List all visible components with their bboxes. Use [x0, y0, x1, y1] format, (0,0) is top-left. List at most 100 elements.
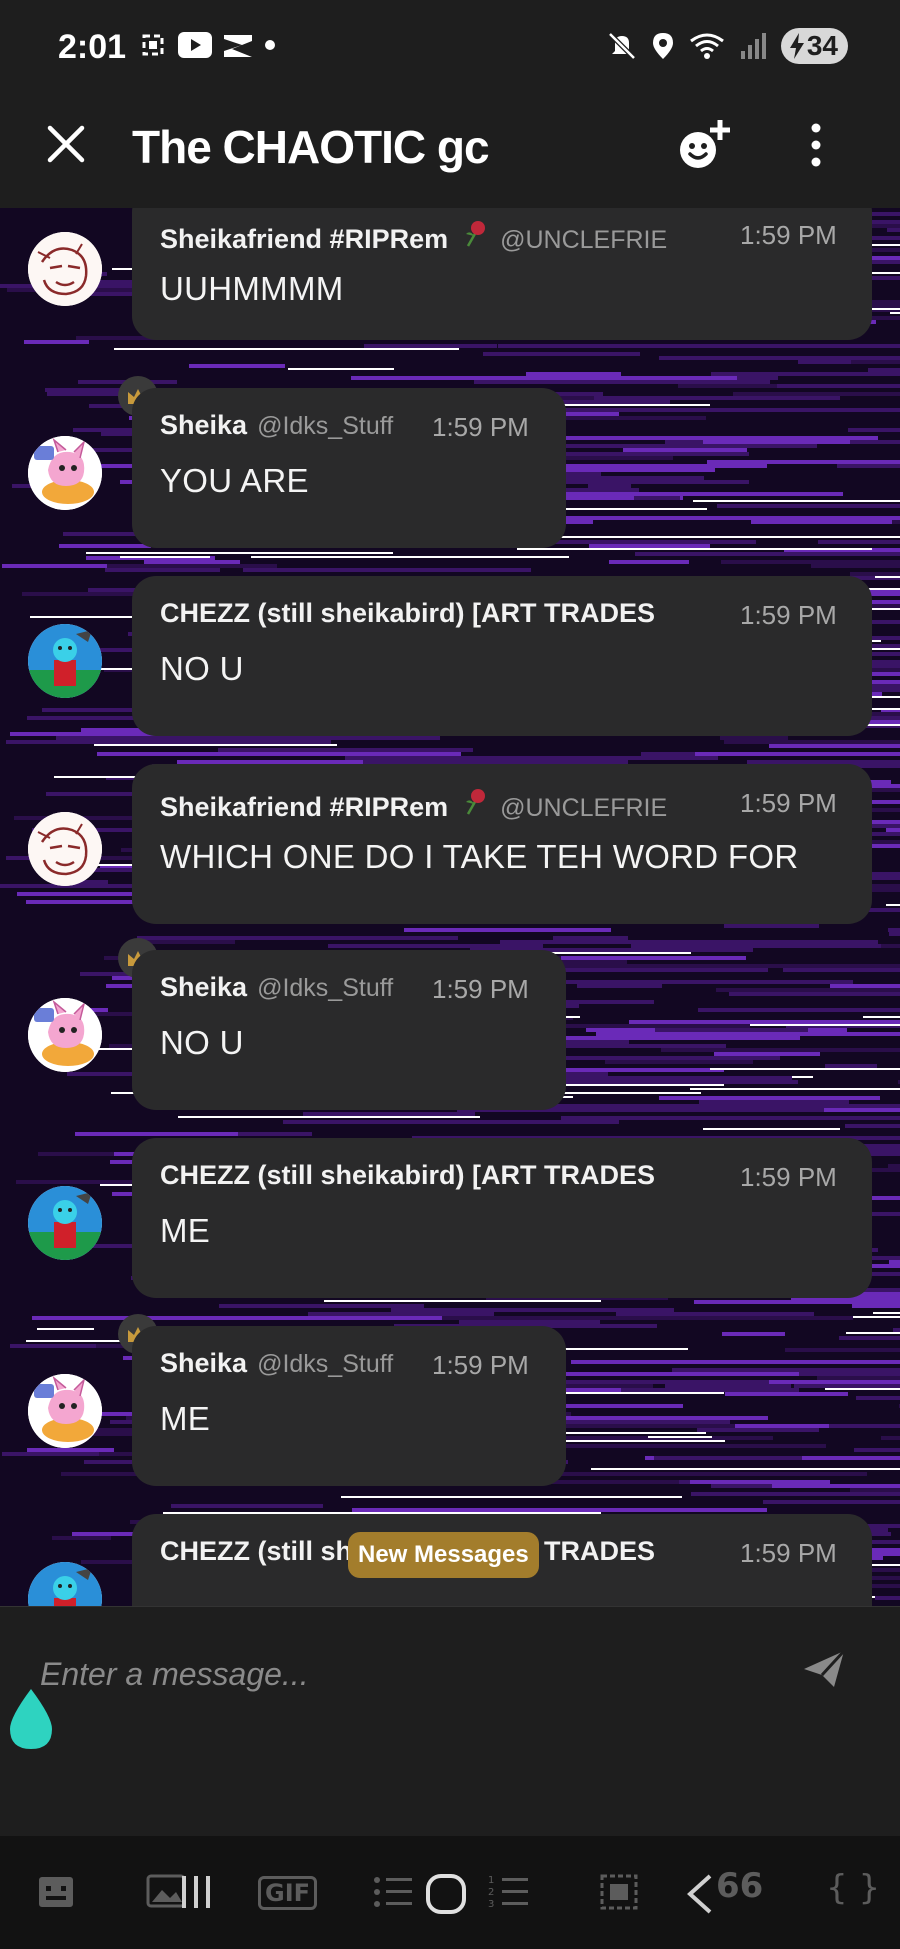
timestamp-fade [692, 1532, 732, 1572]
message-time: 1:59 PM [740, 1162, 837, 1192]
author-name[interactable]: Sheika [160, 410, 247, 441]
numbered-list-icon[interactable]: 123 [488, 1872, 530, 1912]
message-time: 1:59 PM [432, 412, 529, 442]
avatar[interactable] [28, 1374, 102, 1448]
message-time: 1:59 PM [740, 220, 837, 250]
background-streak [328, 944, 543, 948]
message-item[interactable]: Sheikafriend #RIPRem @UNCLEFRIE 1:59 PM UUH… [0, 208, 900, 368]
message-header: Sheikafriend #RIPRem @UNCLEFRIE [160, 218, 667, 255]
background-streak [631, 944, 900, 948]
message-bubble[interactable]: Sheikafriend #RIPRem @UNCLEFRIE 1:59 PM UUH… [132, 208, 872, 340]
gif-button[interactable]: GIF [258, 1876, 318, 1910]
timestamp-fade [692, 782, 732, 822]
author-handle: @Idks_Stuff [257, 974, 394, 1002]
avatar[interactable] [28, 436, 102, 510]
background-streak [500, 940, 878, 944]
message-header: CHEZZ (still sheikabird) [ART TRADES [160, 1160, 655, 1191]
wifi-icon [689, 33, 724, 59]
avatar[interactable] [28, 1186, 102, 1260]
background-streak [442, 1316, 853, 1320]
message-bubble[interactable]: Sheika @Idks_Stuff 1:59 PM NO U [132, 950, 566, 1110]
message-time: 1:59 PM [432, 1350, 529, 1380]
message-bubble[interactable]: CHEZZ (still sheikabird) [ART TRADES 1:59… [132, 576, 872, 736]
background-streak [32, 1316, 474, 1320]
background-streak [845, 1124, 900, 1128]
avatar[interactable] [28, 624, 102, 698]
background-streak [171, 1504, 323, 1508]
author-handle: @Idks_Stuff [257, 1350, 394, 1378]
message-bubble[interactable]: Sheika @Idks_Stuff 1:59 PM ME [132, 1326, 566, 1486]
background-streak [695, 752, 900, 756]
water-drop-icon[interactable] [6, 1687, 56, 1753]
background-streak [75, 1132, 238, 1136]
background-streak [341, 1496, 682, 1498]
message-item[interactable]: CHEZZ (still sheikabird) [ART TRADES 1:59… [0, 1138, 900, 1308]
message-text: ME [160, 1212, 211, 1249]
background-streak [873, 1312, 900, 1314]
message-item[interactable]: Sheika @Idks_Stuff 1:59 PM NO U [0, 938, 900, 1120]
message-time: 1:59 PM [740, 600, 837, 630]
background-streak [616, 1312, 814, 1316]
add-reaction-icon[interactable] [672, 114, 736, 178]
back-icon[interactable] [684, 1872, 714, 1916]
message-text: WHICH ONE DO I TAKE TEH WORD FOR [160, 838, 799, 875]
background-streak [351, 376, 737, 380]
message-input[interactable] [38, 1647, 742, 1701]
author-name[interactable]: Sheika [160, 972, 247, 1003]
sticker-icon[interactable] [36, 1872, 76, 1912]
background-streak [868, 368, 900, 372]
avatar[interactable] [28, 998, 102, 1072]
message-header: CHEZZ (still sheikabird) [ART TRADES [160, 598, 655, 629]
message-bubble[interactable]: Sheika @Idks_Stuff 1:59 PM YOU ARE [132, 388, 566, 548]
message-item[interactable]: Sheikafriend #RIPRem @UNCLEFRIE 1:59 PM WHI… [0, 764, 900, 934]
background-streak [147, 940, 235, 944]
close-icon[interactable] [44, 122, 88, 166]
avatar[interactable] [28, 1562, 102, 1606]
background-streak [711, 372, 900, 376]
home-icon[interactable] [424, 1872, 468, 1916]
recent-apps-icon[interactable] [176, 1872, 216, 1912]
spoiler-icon[interactable] [598, 1872, 640, 1912]
quote-button[interactable]: 66 [716, 1866, 763, 1906]
message-bubble[interactable]: CHEZZ (still sheikabird) [ART TRADES 1:59… [132, 1138, 872, 1298]
formatting-toolbar: GIF 123 66 { } [0, 1836, 900, 1949]
background-streak [553, 936, 628, 940]
background-streak [137, 936, 458, 940]
avatar[interactable] [28, 232, 102, 306]
send-icon[interactable] [800, 1645, 848, 1693]
avatar[interactable] [28, 812, 102, 886]
author-name[interactable]: CHEZZ (still sheikabird) [ART TRADES [160, 598, 655, 629]
message-item[interactable]: Sheika @Idks_Stuff 1:59 PM YOU ARE [0, 376, 900, 558]
timestamp-fade [692, 214, 732, 254]
message-item[interactable]: Sheika @Idks_Stuff 1:59 PM ME [0, 1314, 900, 1496]
message-bubble[interactable]: Sheikafriend #RIPRem @UNCLEFRIE 1:59 PM WHI… [132, 764, 872, 924]
background-streak [703, 1128, 840, 1130]
background-streak [97, 752, 461, 756]
background-streak [811, 564, 900, 568]
new-messages-button[interactable]: New Messages [348, 1532, 539, 1578]
message-item[interactable]: CHEZZ (still sheikabird) [ART TRADES 1:59… [0, 576, 900, 746]
youtube-icon [178, 32, 212, 58]
rose-icon [466, 789, 486, 815]
background-streak [391, 1308, 674, 1312]
author-name[interactable]: CHEZZ (still sheikabird) [ART TRADES [160, 1160, 655, 1191]
message-composer [0, 1606, 900, 1837]
author-name[interactable]: Sheikafriend #RIPRem [160, 792, 448, 823]
message-header: Sheika @Idks_Stuff [160, 410, 393, 441]
mute-icon [608, 32, 636, 60]
more-options-icon[interactable] [800, 120, 832, 170]
charging-icon [789, 33, 804, 59]
author-name[interactable]: Sheikafriend #RIPRem [160, 224, 448, 255]
message-list[interactable]: Sheikafriend #RIPRem @UNCLEFRIE 1:59 PM UUH… [0, 208, 900, 1606]
screenshot-icon [142, 34, 164, 56]
author-name[interactable]: Sheika [160, 1348, 247, 1379]
message-time: 1:59 PM [432, 974, 529, 1004]
timestamp-fade [692, 1156, 732, 1196]
background-streak [144, 560, 240, 564]
code-button[interactable]: { } [826, 1868, 880, 1908]
background-streak [721, 560, 900, 564]
background-streak [609, 560, 689, 564]
message-header: Sheika @Idks_Stuff [160, 972, 393, 1003]
message-text: UUHMMMM [160, 270, 344, 307]
bullet-list-icon[interactable] [372, 1872, 414, 1912]
